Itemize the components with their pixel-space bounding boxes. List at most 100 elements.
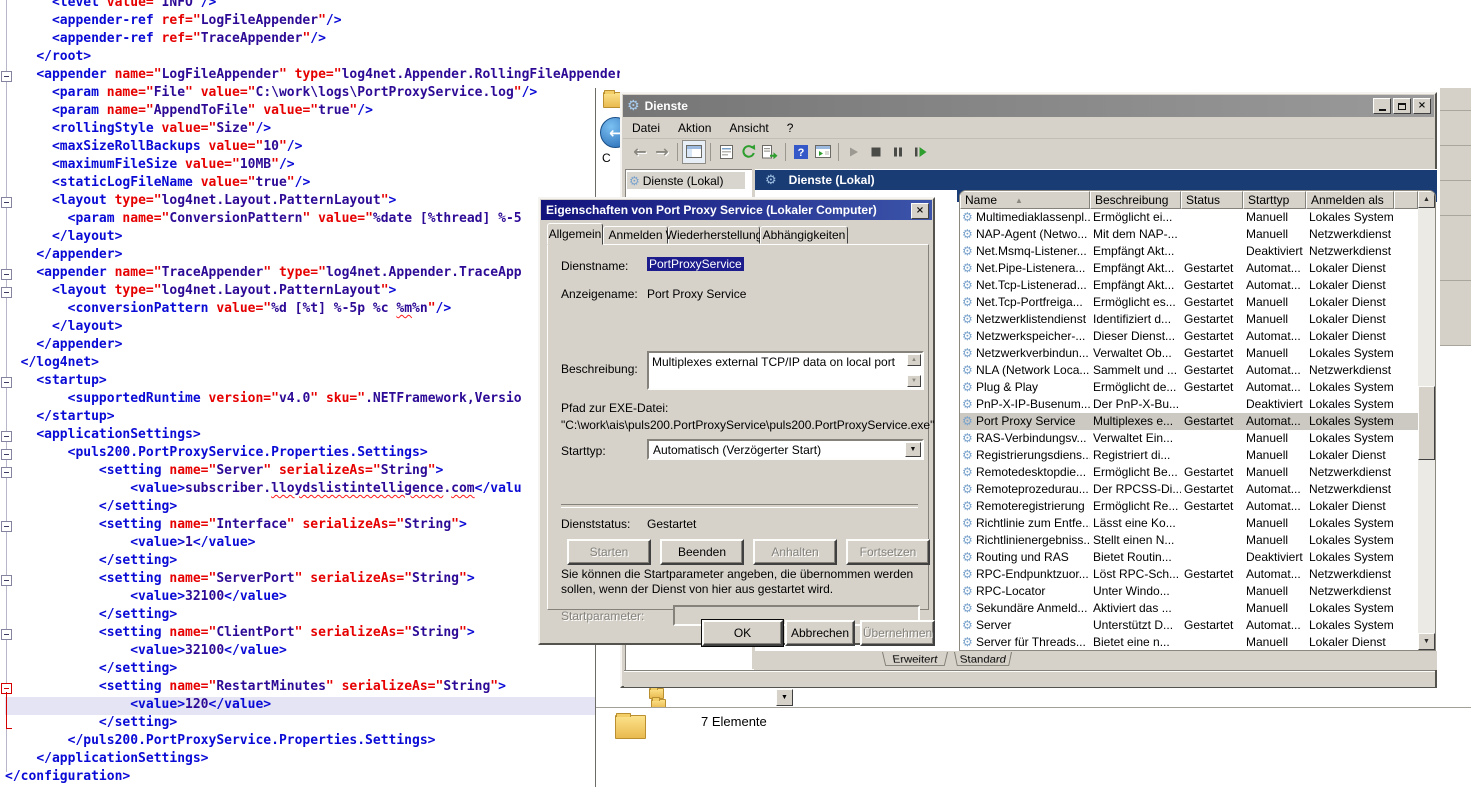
service-row[interactable]: ⚙Netzwerkverbindun...Verwaltet Ob...Gest… — [960, 345, 1418, 362]
dialog-tab-anmelden[interactable]: Anmelden — [603, 226, 668, 244]
beschreibung-textbox[interactable]: Multiplexes external TCP/IP data on loca… — [647, 351, 924, 390]
service-row[interactable]: ⚙RPC-Endpunktzuor...Löst RPC-Sch...Gesta… — [960, 566, 1418, 583]
scroll-up-button[interactable]: ▲ — [1418, 191, 1435, 208]
service-row[interactable]: ⚙RAS-Verbindungsv...Verwaltet Ein...Manu… — [960, 430, 1418, 447]
view-tab-standard[interactable]: Standard — [954, 652, 1012, 666]
service-row[interactable]: ⚙Remotedesktopdie...Ermöglicht Be...Gest… — [960, 464, 1418, 481]
toolbar-stop-service-icon[interactable] — [865, 141, 887, 163]
service-row[interactable]: ⚙Sekundäre Anmeld...Aktiviert das ...Man… — [960, 600, 1418, 617]
services-window-titlebar[interactable]: ⚙ Dienste × — [623, 95, 1434, 117]
toolbar-show-tree-icon[interactable] — [682, 140, 706, 164]
view-tab-erweitert[interactable]: Erweitert — [882, 652, 948, 666]
dialog-tab-abhängigkeiten[interactable]: Abhängigkeiten — [760, 226, 848, 244]
fold-marker-icon[interactable] — [1, 197, 12, 208]
services-scrollbar[interactable]: ▲ ▼ — [1418, 191, 1435, 650]
fold-marker-icon[interactable] — [1, 521, 12, 532]
service-row[interactable]: ⚙Net.Pipe-Listenera...Empfängt Akt...Ges… — [960, 260, 1418, 277]
service-cell: Gestartet — [1184, 481, 1243, 498]
service-cell: Automat... — [1246, 498, 1306, 515]
dialog-close-button[interactable]: × — [911, 203, 929, 219]
toolbar-start-service-icon[interactable] — [843, 141, 865, 163]
column-header-filler — [1394, 191, 1418, 209]
toolbar-back-icon[interactable]: ← — [629, 141, 651, 163]
dialog-tab-allgemein[interactable]: Allgemein — [547, 223, 603, 245]
close-button[interactable]: × — [1413, 98, 1431, 114]
scroll-down-button[interactable]: ▼ — [1418, 633, 1435, 650]
service-row[interactable]: ⚙ServerUnterstützt D...GestartetAutomat.… — [960, 617, 1418, 634]
service-row[interactable]: ⚙Multimediaklassenpl...Ermöglicht ei...M… — [960, 209, 1418, 226]
service-gear-icon: ⚙ — [962, 227, 973, 242]
maximize-button[interactable] — [1393, 98, 1411, 114]
toolbar-properties-icon[interactable] — [715, 141, 737, 163]
dropdown-button[interactable]: ▼ — [776, 689, 793, 706]
service-row[interactable]: ⚙Registrierungsdiens...Registriert di...… — [960, 447, 1418, 464]
tree-item-dienste-lokal[interactable]: ⚙ Dienste (Lokal) — [627, 172, 745, 189]
service-cell: Lokales System — [1309, 209, 1394, 226]
column-header-beschreibung[interactable]: Beschreibung — [1090, 191, 1181, 209]
toolbar-help-icon[interactable]: ? — [790, 141, 812, 163]
service-row[interactable]: ⚙Net.Tcp-Portfreiga...Ermöglicht es...Ge… — [960, 294, 1418, 311]
column-header-anmelden-als[interactable]: Anmelden als — [1306, 191, 1394, 209]
service-row[interactable]: ⚙NetzwerklistendienstIdentifiziert d...G… — [960, 311, 1418, 328]
toolbar-export-list-icon[interactable] — [759, 141, 781, 163]
service-row[interactable]: ⚙Server für Threads...Bietet eine n...Ma… — [960, 634, 1418, 651]
service-row[interactable]: ⚙NAP-Agent (Netwo...Mit dem NAP-...Manue… — [960, 226, 1418, 243]
service-row[interactable]: ⚙RPC-LocatorUnter Windo...ManuellNetzwer… — [960, 583, 1418, 600]
service-row[interactable]: ⚙Plug & PlayErmöglicht de...GestartetAut… — [960, 379, 1418, 396]
fold-marker-icon[interactable] — [1, 287, 12, 298]
scroll-thumb[interactable] — [1418, 386, 1435, 460]
service-cell: NLA (Network Loca... — [976, 362, 1090, 379]
toolbar-restart-service-icon[interactable] — [909, 141, 931, 163]
service-cell: Sekundäre Anmeld... — [976, 600, 1090, 617]
minimize-button[interactable] — [1373, 98, 1391, 114]
dialog-titlebar[interactable]: Eigenschaften von Port Proxy Service (Lo… — [541, 200, 932, 220]
code-line: </layout> — [5, 319, 122, 337]
toolbar-refresh-icon[interactable] — [737, 141, 759, 163]
code-line: </startup> — [5, 409, 115, 427]
service-row[interactable]: ⚙Netzwerkspeicher-...Dieser Dienst...Ges… — [960, 328, 1418, 345]
xml-code-editor[interactable]: <level value="INFO"/> <appender-ref ref=… — [0, 0, 620, 787]
scroll-up-icon[interactable]: ▲ — [907, 354, 921, 366]
service-row[interactable]: ⚙RemoteregistrierungErmöglicht Re...Gest… — [960, 498, 1418, 515]
starttyp-combobox[interactable]: Automatisch (Verzögerter Start) ▼ — [647, 439, 924, 460]
fold-marker-icon[interactable] — [1, 629, 12, 640]
service-row[interactable]: ⚙Port Proxy ServiceMultiplexes e...Gesta… — [960, 413, 1418, 430]
service-row[interactable]: ⚙Richtlinienergebniss...Stellt einen N..… — [960, 532, 1418, 549]
chevron-down-icon[interactable]: ▼ — [905, 442, 921, 457]
column-header-name[interactable]: Name▲ — [960, 191, 1090, 209]
menu-item-aktion[interactable]: Aktion — [669, 119, 720, 137]
dienstname-value[interactable]: PortProxyService — [647, 257, 744, 271]
fold-marker-icon[interactable] — [1, 431, 12, 442]
column-header-starttyp[interactable]: Starttyp — [1243, 191, 1306, 209]
scroll-down-icon[interactable]: ▼ — [907, 375, 921, 387]
dialog-tab-wiederherstellung[interactable]: Wiederherstellung — [668, 226, 760, 244]
menu-item-datei[interactable]: Datei — [623, 119, 669, 137]
fold-marker-icon[interactable] — [1, 269, 12, 280]
menu-item-?[interactable]: ? — [778, 119, 803, 137]
service-row[interactable]: ⚙Routing und RASBietet Routin...Deaktivi… — [960, 549, 1418, 566]
column-header-status[interactable]: Status — [1181, 191, 1243, 209]
service-cell: Löst RPC-Sch... — [1093, 566, 1181, 583]
toolbar-pause-service-icon[interactable] — [887, 141, 909, 163]
fold-marker-icon[interactable] — [1, 449, 12, 460]
ok-button[interactable]: OK — [702, 620, 783, 646]
service-row[interactable]: ⚙Remoteprozedurau...Der RPCSS-Di...Gesta… — [960, 481, 1418, 498]
toolbar-forward-icon[interactable]: → — [651, 141, 673, 163]
service-row[interactable]: ⚙Net.Msmq-Listener...Empfängt Akt...Deak… — [960, 243, 1418, 260]
startparameter-label: Startparameter: — [561, 609, 644, 623]
fold-marker-icon[interactable] — [1, 467, 12, 478]
fold-marker-icon[interactable] — [1, 575, 12, 586]
service-cell: Gestartet — [1184, 345, 1243, 362]
menu-item-ansicht[interactable]: Ansicht — [720, 119, 777, 137]
toolbar-extended-view-icon[interactable] — [812, 141, 834, 163]
beenden-button[interactable]: Beenden — [660, 539, 744, 565]
service-cell: Registriert di... — [1093, 447, 1181, 464]
service-row[interactable]: ⚙PnP-X-IP-Busenum...Der PnP-X-Bu...Deakt… — [960, 396, 1418, 413]
service-row[interactable]: ⚙Net.Tcp-Listenerad...Empfängt Akt...Ges… — [960, 277, 1418, 294]
statusbar-count: 7 Elemente — [701, 714, 767, 729]
service-row[interactable]: ⚙NLA (Network Loca...Sammelt und ...Gest… — [960, 362, 1418, 379]
abbrechen-button[interactable]: Abbrechen — [785, 620, 855, 646]
service-row[interactable]: ⚙Richtlinie zum Entfe...Lässt eine Ko...… — [960, 515, 1418, 532]
fold-marker-icon[interactable] — [1, 377, 12, 388]
fold-marker-icon[interactable] — [1, 71, 12, 82]
